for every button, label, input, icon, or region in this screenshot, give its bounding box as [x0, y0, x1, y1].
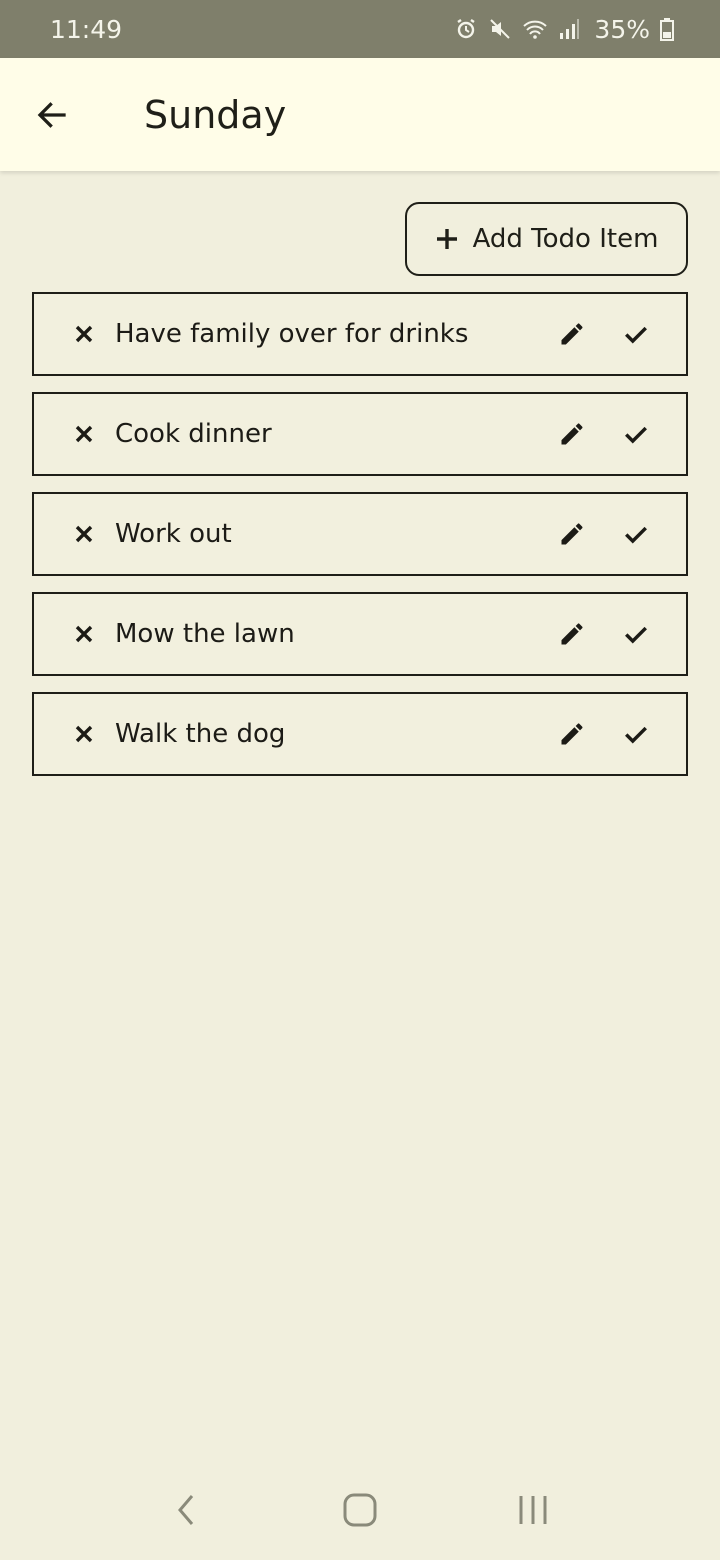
todo-item: Walk the dog — [32, 692, 688, 776]
close-icon — [75, 625, 93, 643]
close-icon — [75, 325, 93, 343]
status-bar: 11:49 35% — [0, 0, 720, 58]
battery-percentage: 35% — [594, 14, 650, 44]
arrow-left-icon — [37, 101, 66, 128]
delete-todo-button[interactable] — [64, 314, 104, 354]
status-icons: 35% — [454, 15, 674, 44]
app-bar: Sunday — [0, 58, 720, 171]
todo-item: Cook dinner — [32, 392, 688, 476]
delete-todo-button[interactable] — [64, 614, 104, 654]
edit-todo-button[interactable] — [552, 714, 592, 754]
battery-icon — [660, 18, 674, 41]
nav-home-button[interactable] — [330, 1480, 390, 1540]
close-icon — [75, 425, 93, 443]
back-nav-icon — [177, 1495, 193, 1525]
signal-icon — [560, 19, 580, 39]
check-icon — [625, 326, 647, 344]
recents-nav-icon — [519, 1496, 547, 1524]
alarm-icon — [457, 19, 476, 39]
close-icon — [75, 725, 93, 743]
mute-icon — [490, 19, 511, 39]
add-todo-label: Add Todo Item — [472, 224, 659, 254]
complete-todo-button[interactable] — [616, 714, 656, 754]
close-icon — [75, 525, 93, 543]
check-icon — [625, 426, 647, 444]
edit-todo-button[interactable] — [552, 514, 592, 554]
nav-back-button[interactable] — [157, 1480, 217, 1540]
complete-todo-button[interactable] — [616, 414, 656, 454]
delete-todo-button[interactable] — [64, 514, 104, 554]
pencil-icon — [561, 423, 583, 445]
delete-todo-button[interactable] — [64, 414, 104, 454]
todo-item: Mow the lawn — [32, 592, 688, 676]
status-time: 11:49 — [50, 14, 123, 44]
pencil-icon — [561, 523, 583, 545]
home-nav-icon — [343, 1493, 377, 1527]
nav-recents-button[interactable] — [503, 1480, 563, 1540]
back-button[interactable] — [22, 85, 82, 145]
wifi-icon — [523, 20, 548, 39]
todo-label: Walk the dog — [115, 719, 286, 749]
pencil-icon — [561, 323, 583, 345]
todo-label: Work out — [115, 519, 232, 549]
todo-label: Mow the lawn — [115, 619, 295, 649]
todo-list: Have family over for drinks Cook dinner … — [32, 292, 688, 792]
delete-todo-button[interactable] — [64, 714, 104, 754]
check-icon — [625, 626, 647, 644]
system-nav-bar — [0, 1460, 720, 1560]
complete-todo-button[interactable] — [616, 514, 656, 554]
todo-item: Have family over for drinks — [32, 292, 688, 376]
todo-item: Work out — [32, 492, 688, 576]
add-todo-button[interactable]: Add Todo Item — [405, 202, 688, 276]
todo-label: Cook dinner — [115, 419, 272, 449]
todo-label: Have family over for drinks — [115, 319, 469, 349]
check-icon — [625, 726, 647, 744]
pencil-icon — [561, 623, 583, 645]
page-title: Sunday — [144, 92, 287, 137]
pencil-icon — [561, 723, 583, 745]
edit-todo-button[interactable] — [552, 414, 592, 454]
complete-todo-button[interactable] — [616, 614, 656, 654]
plus-icon — [436, 229, 457, 249]
complete-todo-button[interactable] — [616, 314, 656, 354]
edit-todo-button[interactable] — [552, 314, 592, 354]
edit-todo-button[interactable] — [552, 614, 592, 654]
check-icon — [625, 526, 647, 544]
